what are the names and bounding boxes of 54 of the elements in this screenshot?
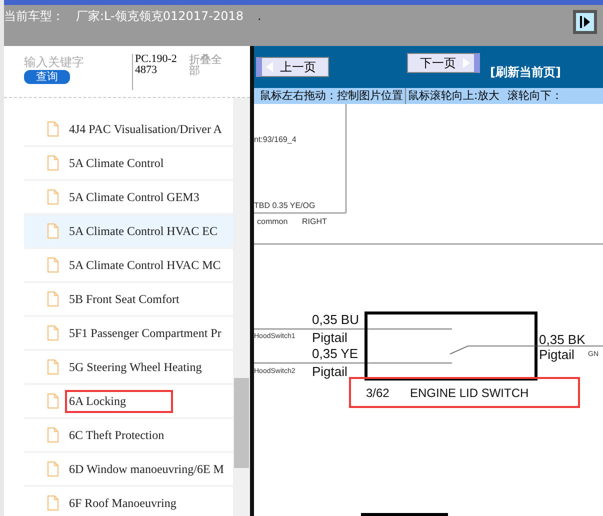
diagram-note: RIGHT	[302, 217, 327, 226]
diagram-note: TBD 0.35 YE/OG	[254, 201, 316, 210]
tree-item-label: 6F Roof Manoeuvring	[68, 494, 178, 512]
tree-item-label: 5A Climate Control	[68, 154, 165, 172]
document-icon	[47, 359, 59, 375]
tree-item-label: 5G Steering Wheel Heating	[68, 358, 203, 376]
collapse-panel-button[interactable]	[573, 10, 597, 34]
model-name: 厂家:L-领克领克012017-2018	[76, 8, 244, 24]
document-icon	[47, 121, 59, 137]
hint-text: 鼠标滚轮向上:放大	[405, 88, 500, 104]
scrollbar[interactable]	[233, 98, 250, 516]
header-mark: .	[258, 8, 262, 24]
wire-type-label: Pigtail	[312, 330, 348, 345]
search-button[interactable]: 查询	[24, 70, 70, 84]
hint-text: 滚轮向下：	[508, 88, 563, 104]
diagram-note: common	[257, 217, 288, 226]
document-icon	[47, 257, 59, 273]
arrow-bar-icon	[579, 15, 591, 29]
hint-text: 鼠标左右拖动：控制图片位置	[260, 88, 403, 104]
refresh-page-link[interactable]: [刷新当前页]	[490, 64, 561, 80]
document-icon	[47, 325, 59, 341]
next-page-button[interactable]: 下一页	[407, 53, 480, 73]
wire-gauge-label: 0,35 BK	[539, 332, 586, 347]
document-icon	[47, 189, 59, 205]
document-icon	[47, 427, 59, 443]
tree-item-label: 6A Locking	[65, 390, 173, 412]
tree-item-label: 5B Front Seat Comfort	[68, 290, 180, 308]
diagram-note: nt:93/169_4	[254, 135, 296, 144]
tree-item-label: 5A Climate Control GEM3	[68, 188, 200, 206]
document-icon	[47, 461, 59, 477]
scrollbar-thumb[interactable]	[234, 378, 249, 468]
component-name: ENGINE LID SWITCH	[410, 386, 529, 400]
tree-item-label: 5A Climate Control HVAC MC	[68, 256, 222, 274]
tree-item-label: 5F1 Passenger Compartment Pr	[68, 324, 222, 342]
document-icon	[47, 155, 59, 171]
right-arrow-icon	[462, 58, 470, 68]
code-label: PC.190-24873	[132, 54, 179, 90]
wire-type-label: Pigtail	[312, 364, 348, 379]
tree-item-label: 6C Theft Protection	[68, 426, 166, 444]
current-model-label: 当前车型：	[4, 8, 64, 24]
tree-item-label: 4J4 PAC Visualisation/Driver A	[68, 120, 223, 138]
document-icon	[47, 393, 59, 409]
component-number: 3/62	[366, 386, 390, 400]
wire-gauge-label: 0,35 BU	[312, 312, 359, 327]
document-icon	[47, 223, 59, 239]
document-icon	[47, 291, 59, 307]
left-arrow-icon	[266, 62, 274, 72]
tree-item-label: 6D Window manoeuvring/6E M	[68, 460, 225, 478]
previous-page-button[interactable]: 上一页	[256, 57, 329, 77]
tree-item-label: 5A Climate Control HVAC EC	[68, 222, 218, 240]
tree-item[interactable]: 5A Climate Control HVAC EC	[24, 215, 233, 249]
wire-type-label: Pigtail	[539, 347, 574, 362]
wire-gauge-label: 0,35 YE	[312, 346, 358, 361]
document-icon	[47, 495, 59, 511]
